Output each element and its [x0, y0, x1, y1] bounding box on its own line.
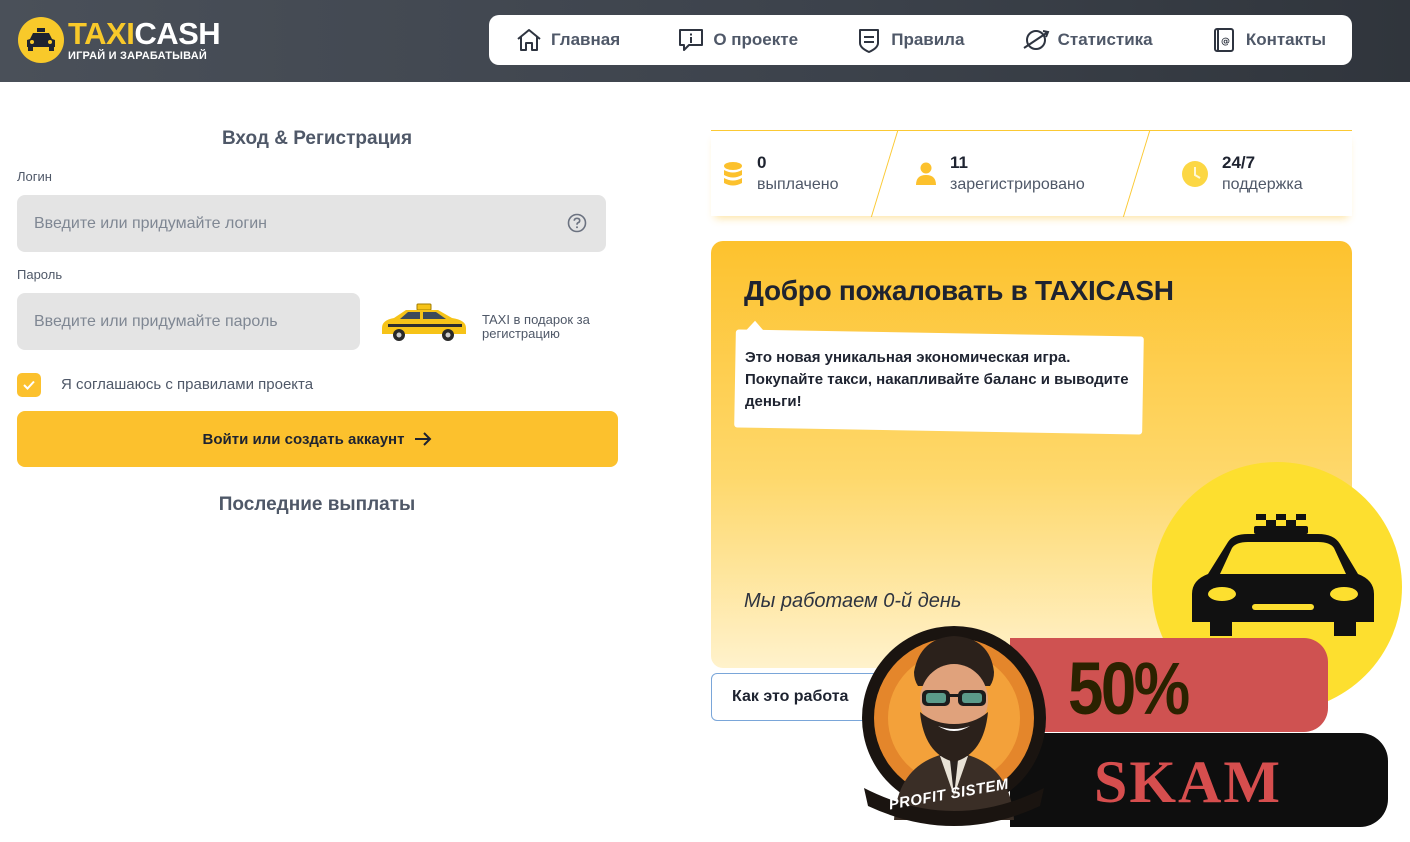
auth-title: Вход & Регистрация	[221, 128, 413, 149]
welcome-description: Это новая уникальная экономическая игра.…	[745, 349, 1129, 410]
arrow-right-icon	[415, 432, 432, 446]
stat-paid: 0 выплачено	[721, 131, 839, 217]
stat-support: 24/7 поддержка	[1180, 131, 1303, 217]
coins-icon	[724, 162, 742, 186]
taxi-silhouette-icon	[1192, 514, 1374, 636]
logo-title: TAXICASH	[68, 15, 221, 51]
agree-label: Я соглашаюсь с правилами проекта	[61, 376, 314, 393]
stats-bar: 0 выплачено 11 зарегистрировано 24/7 под…	[711, 130, 1352, 217]
page: TAXICASH ИГРАЙ И ЗАРАБАТЫВАЙ Главная О п…	[0, 0, 1410, 842]
help-icon[interactable]	[566, 212, 588, 234]
password-input[interactable]	[17, 293, 360, 350]
main-nav: Главная О проекте Правила Статистика @ К…	[489, 15, 1352, 65]
logo-subtitle: ИГРАЙ И ЗАРАБАТЫВАЙ	[68, 49, 207, 62]
checkmark-icon	[23, 380, 35, 390]
svg-text:@: @	[1221, 37, 1230, 47]
contacts-book-icon: @	[1213, 28, 1234, 52]
welcome-title: Добро пожаловать в TAXICASH	[744, 275, 1174, 306]
nav-rules[interactable]: Правила	[855, 26, 964, 54]
gift-text: TAXI в подарок за регистрацию	[482, 312, 590, 341]
work-days-text: Мы работаем 0-й день	[744, 590, 962, 612]
rules-shield-icon	[859, 29, 880, 53]
payouts-title: Последние выплаты	[218, 494, 416, 515]
stat-registered: 11 зарегистрировано	[914, 131, 1085, 217]
taxi-logo-icon	[18, 17, 64, 63]
stats-orbit-icon	[1023, 30, 1049, 50]
scam-text: SKAM	[1094, 749, 1282, 815]
user-icon	[916, 162, 936, 185]
logo[interactable]: TAXICASH ИГРАЙ И ЗАРАБАТЫВАЙ	[18, 14, 221, 66]
login-label: Логин	[17, 169, 52, 184]
taxi-car-icon	[382, 303, 466, 341]
nav-about[interactable]: О проекте	[677, 26, 798, 54]
nav-home[interactable]: Главная	[515, 26, 620, 54]
submit-button[interactable]: Войти или создать аккаунт	[17, 411, 618, 467]
nav-statistics[interactable]: Статистика	[1022, 26, 1153, 54]
agree-checkbox[interactable]	[17, 373, 41, 397]
home-icon	[517, 29, 541, 51]
clock-icon	[1182, 161, 1208, 187]
login-input[interactable]	[17, 195, 606, 252]
password-label: Пароль	[17, 267, 63, 282]
nav-contacts[interactable]: @ Контакты	[1210, 26, 1326, 54]
percent-text: 50%	[1068, 647, 1190, 730]
info-bubble-icon	[679, 29, 704, 51]
header: TAXICASH ИГРАЙ И ЗАРАБАТЫВАЙ Главная О п…	[0, 0, 1410, 82]
